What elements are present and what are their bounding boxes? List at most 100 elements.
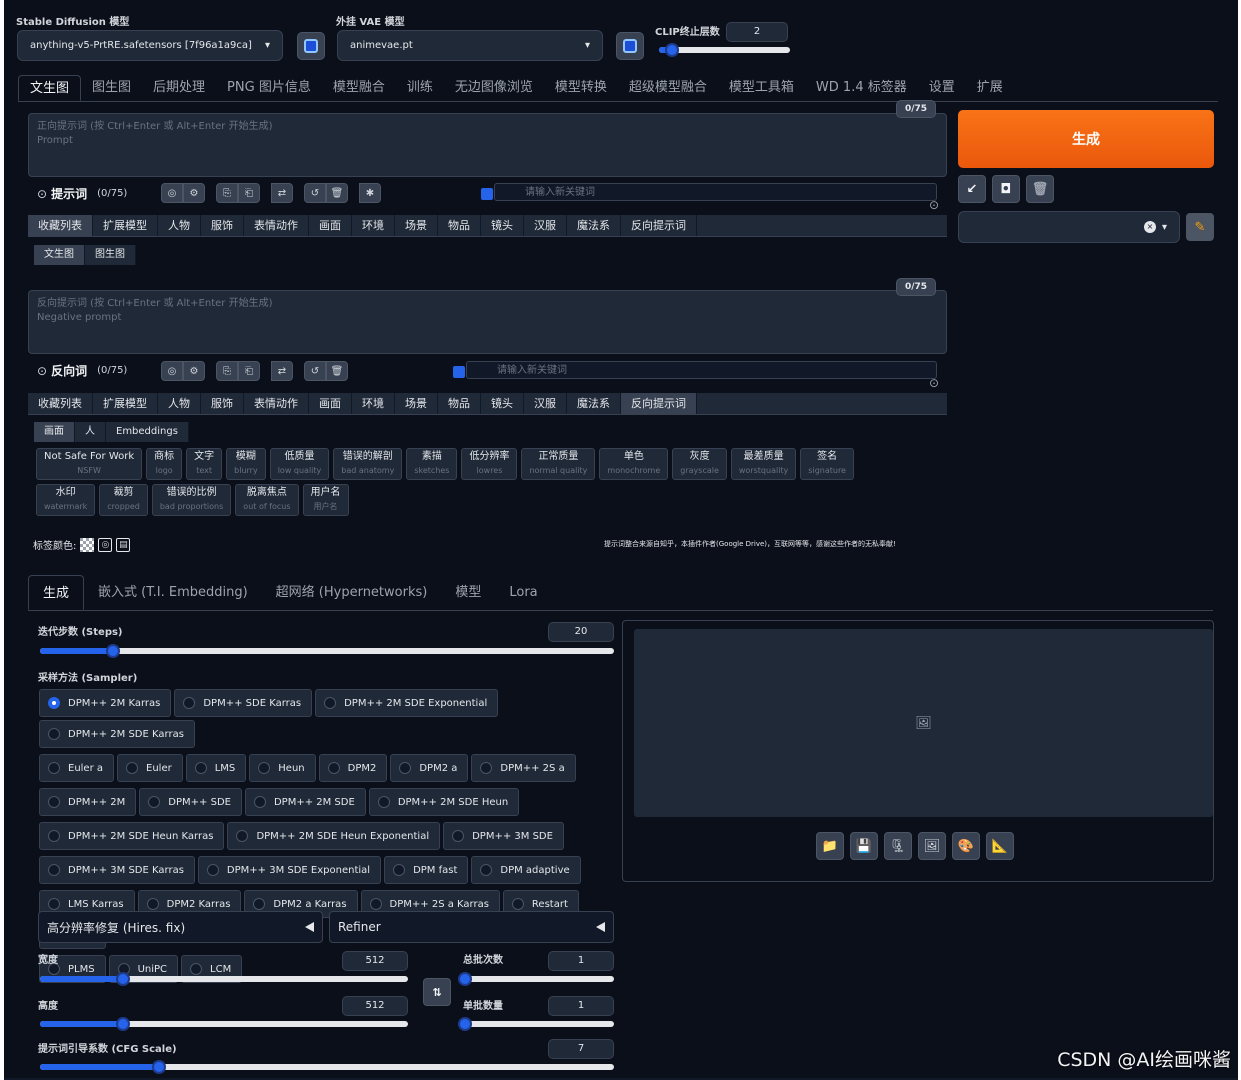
settings-icon[interactable]: ⚙: [183, 361, 205, 381]
category-tab[interactable]: 人物: [158, 393, 201, 414]
sampler-option[interactable]: DPM++ 2M SDE Karras: [39, 720, 195, 748]
tag-chip[interactable]: 文字 text: [186, 448, 223, 480]
hires-fix-accordion[interactable]: 高分辨率修复 (Hires. fix): [38, 911, 323, 943]
category-tab[interactable]: 收藏列表: [28, 393, 93, 414]
gen-tab-0[interactable]: 生成: [28, 575, 85, 610]
sampler-option[interactable]: DPM++ 2M: [39, 788, 137, 816]
translate-icon[interactable]: ⇄: [271, 183, 293, 203]
vae-select[interactable]: animevae.pt ▾: [337, 30, 603, 61]
random-icon[interactable]: ◎: [161, 361, 183, 381]
tag-chip[interactable]: 错误的比例 bad proportions: [151, 484, 232, 516]
send-extras-button[interactable]: 📐: [986, 832, 1014, 860]
prompt-textarea[interactable]: 正向提示词 (按 Ctrl+Enter 或 Alt+Enter 开始生成) Pr…: [28, 113, 947, 177]
sampler-option[interactable]: DPM++ SDE: [139, 788, 242, 816]
height-slider[interactable]: [40, 1017, 408, 1031]
gear-icon[interactable]: ✱: [359, 183, 381, 203]
copy-icon[interactable]: ⎘: [216, 183, 238, 203]
gen-tab-1[interactable]: 嵌入式 (T.I. Embedding): [84, 575, 262, 610]
gen-tab-4[interactable]: Lora: [495, 575, 551, 610]
edit-style-button[interactable]: ✎: [1186, 213, 1214, 241]
gen-tab-2[interactable]: 超网络 (Hypernetworks): [262, 575, 442, 610]
save-button[interactable]: 💾: [850, 832, 878, 860]
category-tab[interactable]: 画面: [309, 393, 352, 414]
steps-slider[interactable]: [40, 644, 614, 658]
sampler-option[interactable]: Euler: [117, 754, 183, 782]
tag-chip[interactable]: 脱离焦点 out of focus: [235, 484, 299, 516]
category-tab[interactable]: 服饰: [201, 393, 244, 414]
trash-icon[interactable]: 🗑: [326, 361, 348, 381]
tag-chip[interactable]: 模糊 blurry: [226, 448, 266, 480]
expand-icon[interactable]: ⊙: [929, 376, 939, 390]
folder-button[interactable]: 📁: [816, 832, 844, 860]
tag-chip[interactable]: 单色 monochrome: [599, 448, 669, 480]
subtab[interactable]: 文生图: [34, 245, 85, 265]
sampler-option[interactable]: DPM fast: [384, 856, 469, 884]
sampler-option[interactable]: DPM++ 3M SDE Exponential: [197, 856, 382, 884]
prompt-keyword-input[interactable]: 请输入新关键词: [494, 183, 937, 201]
settings-icon[interactable]: ⚙: [183, 183, 205, 203]
sampler-option[interactable]: DPM++ 2M SDE Heun: [368, 788, 520, 816]
subtab[interactable]: Embeddings: [106, 422, 189, 442]
category-tab[interactable]: 魔法系: [567, 215, 621, 236]
category-tab[interactable]: 环境: [352, 215, 395, 236]
refresh-vae-button[interactable]: [616, 32, 644, 60]
batch-count-input[interactable]: 1: [548, 951, 614, 971]
tag-chip[interactable]: 低分辨率 lowres: [461, 448, 518, 480]
sampler-option[interactable]: DPM2: [318, 754, 388, 782]
tag-chip[interactable]: 最差质量 worstquality: [730, 448, 797, 480]
category-tab[interactable]: 表情动作: [244, 393, 309, 414]
subtab[interactable]: 人: [75, 422, 106, 442]
negative-keyword-input[interactable]: 请输入新关键词: [466, 361, 937, 379]
cfg-slider[interactable]: [40, 1060, 614, 1074]
tag-chip[interactable]: 素描 sketches: [406, 448, 458, 480]
paste-icon[interactable]: ⎗: [238, 361, 260, 381]
expand-icon[interactable]: ⊙: [929, 198, 939, 212]
category-tab[interactable]: 镜头: [481, 215, 524, 236]
refresh-model-button[interactable]: [297, 32, 325, 60]
tag-chip[interactable]: 正常质量 normal quality: [521, 448, 596, 480]
height-input[interactable]: 512: [342, 996, 408, 1016]
category-tab[interactable]: 反向提示词: [621, 393, 697, 414]
category-tab[interactable]: 收藏列表: [28, 215, 93, 236]
sampler-option[interactable]: DPM++ 3M SDE Karras: [39, 856, 195, 884]
category-tab[interactable]: 扩展模型: [93, 215, 158, 236]
color-save-icon[interactable]: ▤: [116, 537, 131, 552]
subtab[interactable]: 图生图: [85, 245, 136, 265]
color-swatch-icon[interactable]: [80, 537, 95, 552]
gen-tab-3[interactable]: 模型: [441, 575, 495, 610]
tab-1[interactable]: 图生图: [81, 75, 142, 101]
keyword-checkbox[interactable]: [481, 188, 493, 200]
category-tab[interactable]: 扩展模型: [93, 393, 158, 414]
steps-input[interactable]: 20: [548, 622, 614, 642]
paste-icon[interactable]: ⎗: [238, 183, 260, 203]
swap-dimensions-button[interactable]: ⇅: [423, 978, 451, 1006]
tag-chip[interactable]: 商标 logo: [146, 448, 183, 480]
zip-button[interactable]: 🗜: [884, 832, 912, 860]
sd-model-select[interactable]: anything-v5-PrtRE.safetensors [7f96a1a9c…: [17, 30, 283, 61]
history-icon[interactable]: ↺: [304, 361, 326, 381]
keyword-checkbox[interactable]: [453, 366, 465, 378]
batch-count-slider[interactable]: [458, 972, 614, 986]
category-tab[interactable]: 物品: [438, 393, 481, 414]
tag-chip[interactable]: 低质量 low quality: [269, 448, 330, 480]
category-tab[interactable]: 汉服: [524, 215, 567, 236]
category-tab[interactable]: 镜头: [481, 393, 524, 414]
category-tab[interactable]: 汉服: [524, 393, 567, 414]
clip-skip-slider[interactable]: [659, 43, 790, 57]
copy-icon[interactable]: ⎘: [216, 361, 238, 381]
negative-prompt-textarea[interactable]: 反向提示词 (按 Ctrl+Enter 或 Alt+Enter 开始生成) Ne…: [28, 290, 947, 354]
tab-3[interactable]: PNG 图片信息: [216, 75, 322, 101]
tab-9[interactable]: 模型工具箱: [718, 75, 805, 101]
random-icon[interactable]: ◎: [161, 183, 183, 203]
tag-chip[interactable]: 灰度 grayscale: [672, 448, 727, 480]
clip-skip-input[interactable]: 2: [726, 22, 788, 42]
tab-10[interactable]: WD 1.4 标签器: [805, 75, 918, 101]
batch-size-slider[interactable]: [458, 1017, 614, 1031]
category-tab[interactable]: 物品: [438, 215, 481, 236]
tab-0[interactable]: 文生图: [18, 75, 82, 101]
color-reset-icon[interactable]: ◎: [98, 537, 113, 552]
sampler-option[interactable]: DPM++ 2M SDE Exponential: [315, 689, 499, 717]
clear-icon[interactable]: ×: [1143, 221, 1156, 233]
tab-7[interactable]: 模型转换: [544, 75, 618, 101]
tab-5[interactable]: 训练: [396, 75, 444, 101]
